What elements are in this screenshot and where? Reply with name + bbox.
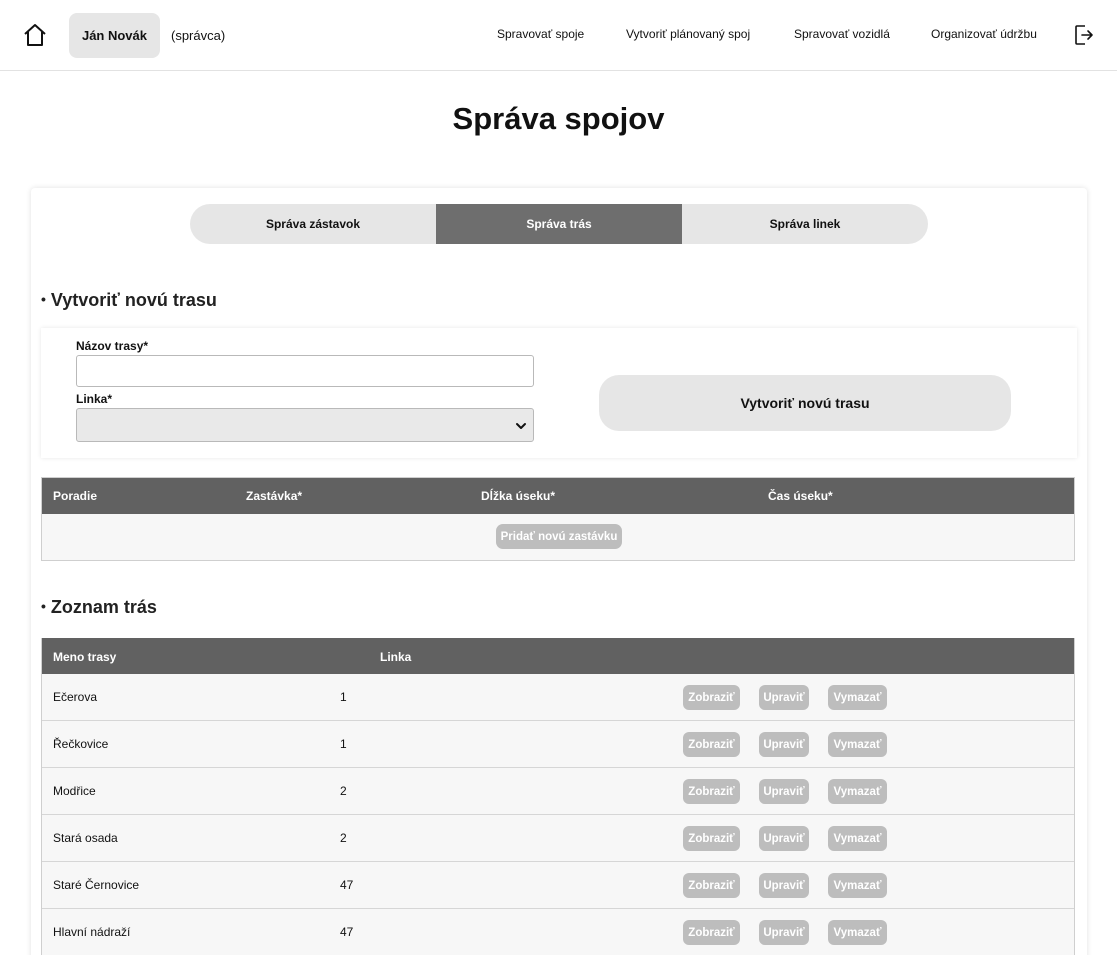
table-row: Stará osada 2 Zobraziť Upraviť Vymazať bbox=[42, 815, 1074, 862]
route-name-cell: Hlavní nádraží bbox=[53, 925, 131, 939]
bullet: • bbox=[41, 291, 46, 307]
view-route-button[interactable]: Zobraziť bbox=[683, 873, 740, 898]
view-route-button[interactable]: Zobraziť bbox=[683, 685, 740, 710]
route-line-cell: 47 bbox=[340, 925, 354, 939]
tab-routes[interactable]: Správa trás bbox=[436, 204, 682, 244]
edit-route-button[interactable]: Upraviť bbox=[759, 732, 809, 757]
table-row: Ečerova 1 Zobraziť Upraviť Vymazať bbox=[42, 674, 1074, 721]
route-name-cell: Ečerova bbox=[53, 690, 98, 704]
create-route-title: Vytvoriť novú trasu bbox=[50, 290, 217, 310]
delete-route-button[interactable]: Vymazať bbox=[828, 920, 887, 945]
management-tabs: Správa zástavok Správa trás Správa linek bbox=[190, 204, 928, 244]
delete-route-button[interactable]: Vymazať bbox=[828, 685, 887, 710]
route-stops-table: Poradie Zastávka* Dĺžka úseku* Čas úseku… bbox=[41, 477, 1075, 561]
table-row: Staré Černovice 47 Zobraziť Upraviť Vymazať bbox=[42, 862, 1074, 909]
route-name-cell: Staré Černovice bbox=[53, 878, 140, 892]
edit-route-button[interactable]: Upraviť bbox=[759, 826, 809, 851]
route-line-cell: 2 bbox=[340, 784, 347, 798]
delete-route-button[interactable]: Vymazať bbox=[828, 779, 887, 804]
view-route-button[interactable]: Zobraziť bbox=[683, 826, 740, 851]
routes-list-heading: • Zoznam trás bbox=[41, 597, 157, 618]
route-line-cell: 1 bbox=[340, 737, 347, 751]
bullet: • bbox=[41, 598, 46, 614]
tab-lines[interactable]: Správa linek bbox=[682, 204, 928, 244]
table-row: Modřice 2 Zobraziť Upraviť Vymazať bbox=[42, 768, 1074, 815]
home-icon[interactable] bbox=[22, 22, 48, 48]
routes-table-header: Meno trasy Linka bbox=[42, 638, 1074, 674]
line-select[interactable] bbox=[76, 408, 534, 442]
delete-route-button[interactable]: Vymazať bbox=[828, 826, 887, 851]
column-header-line: Linka bbox=[380, 650, 412, 664]
column-header-route-name: Meno trasy bbox=[53, 650, 117, 664]
view-route-button[interactable]: Zobraziť bbox=[683, 779, 740, 804]
user-role-label: (správca) bbox=[171, 28, 226, 43]
user-name-button[interactable]: Ján Novák bbox=[69, 13, 160, 58]
route-name-cell: Stará osada bbox=[53, 831, 118, 845]
edit-route-button[interactable]: Upraviť bbox=[759, 920, 809, 945]
create-route-button[interactable]: Vytvoriť novú trasu bbox=[599, 375, 1011, 431]
table-row: Řečkovice 1 Zobraziť Upraviť Vymazať bbox=[42, 721, 1074, 768]
tab-stops[interactable]: Správa zástavok bbox=[190, 204, 436, 244]
edit-route-button[interactable]: Upraviť bbox=[759, 873, 809, 898]
edit-route-button[interactable]: Upraviť bbox=[759, 779, 809, 804]
create-route-heading: • Vytvoriť novú trasu bbox=[41, 290, 217, 311]
delete-route-button[interactable]: Vymazať bbox=[828, 732, 887, 757]
nav-manage-connections[interactable]: Spravovať spoje bbox=[497, 27, 584, 41]
edit-route-button[interactable]: Upraviť bbox=[759, 685, 809, 710]
stops-table-header: Poradie Zastávka* Dĺžka úseku* Čas úseku… bbox=[42, 478, 1074, 514]
chevron-down-icon bbox=[516, 423, 526, 429]
page-title: Správa spojov bbox=[452, 101, 665, 136]
route-name-label: Názov trasy* bbox=[76, 339, 149, 353]
route-name-cell: Řečkovice bbox=[53, 737, 109, 751]
route-line-cell: 47 bbox=[340, 878, 354, 892]
column-header-segment-length: Dĺžka úseku* bbox=[481, 489, 556, 503]
top-navbar: Ján Novák (správca) Spravovať spoje Vytv… bbox=[0, 0, 1117, 71]
column-header-segment-time: Čas úseku* bbox=[768, 489, 833, 503]
table-row: Hlavní nádraží 47 Zobraziť Upraviť Vymazať bbox=[42, 909, 1074, 955]
nav-organize-maintenance[interactable]: Organizovať údržbu bbox=[931, 27, 1037, 41]
column-header-stop: Zastávka* bbox=[246, 489, 303, 503]
logout-icon[interactable] bbox=[1074, 24, 1094, 46]
route-line-cell: 1 bbox=[340, 690, 347, 704]
add-stop-button[interactable]: Pridať novú zastávku bbox=[496, 524, 622, 549]
route-line-cell: 2 bbox=[340, 831, 347, 845]
nav-create-planned-connection[interactable]: Vytvoriť plánovaný spoj bbox=[626, 27, 750, 41]
view-route-button[interactable]: Zobraziť bbox=[683, 920, 740, 945]
column-header-order: Poradie bbox=[53, 489, 98, 503]
routes-list-title: Zoznam trás bbox=[50, 597, 157, 617]
view-route-button[interactable]: Zobraziť bbox=[683, 732, 740, 757]
route-name-cell: Modřice bbox=[53, 784, 96, 798]
delete-route-button[interactable]: Vymazať bbox=[828, 873, 887, 898]
nav-manage-vehicles[interactable]: Spravovať vozidlá bbox=[794, 27, 890, 41]
line-label: Linka* bbox=[76, 392, 113, 406]
routes-table: Meno trasy Linka Ečerova 1 Zobraziť Upraviť… bbox=[41, 638, 1075, 955]
route-name-input[interactable] bbox=[76, 355, 534, 387]
